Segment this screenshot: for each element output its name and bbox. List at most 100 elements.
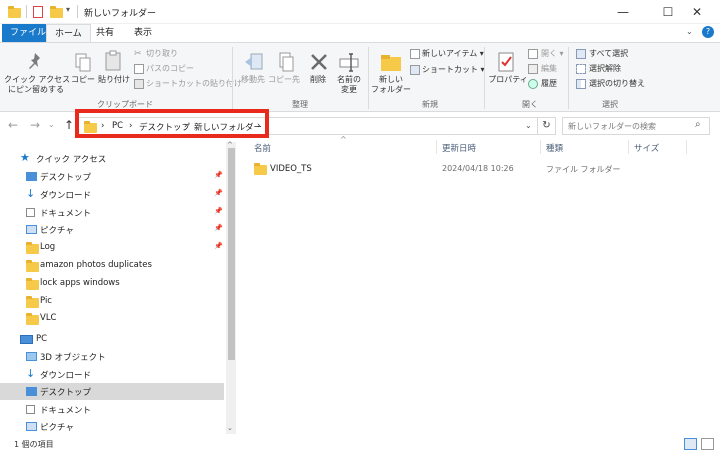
column-header-name[interactable]: 名前	[254, 142, 271, 154]
file-modified: 2024/04/18 10:26	[442, 164, 514, 173]
divider	[568, 47, 569, 109]
divider	[26, 5, 27, 18]
search-icon[interactable]: ⌕	[695, 119, 701, 130]
nav-label: ドキュメント	[40, 405, 92, 416]
move-to-button[interactable]: 移動先	[236, 75, 270, 85]
new-folder-button[interactable]: 新しい フォルダー	[370, 75, 412, 95]
nav-pc-item[interactable]: 3D オブジェクト	[0, 348, 224, 365]
new-folder-icon[interactable]	[50, 6, 63, 18]
up-arrow-icon[interactable]: ↑	[64, 118, 74, 132]
select-none-button[interactable]: 選択解除	[589, 64, 621, 74]
nav-pc-item[interactable]: ↓ ダウンロード	[0, 366, 224, 383]
folder-icon	[8, 6, 21, 18]
nav-item[interactable]: ↓ ダウンロード 📌	[0, 186, 224, 203]
title-bar: ▾ 新しいフォルダー — ☐ ✕	[0, 0, 720, 24]
delete-button[interactable]: 削除	[304, 75, 332, 85]
group-label-select: 選択	[602, 100, 618, 109]
nav-pc-item[interactable]: ピクチャ	[0, 418, 224, 435]
pin-quick-access-button[interactable]: クイック アクセス にピン留めする	[4, 75, 70, 95]
back-arrow-icon[interactable]: ←	[8, 118, 18, 132]
select-all-button[interactable]: すべて選択	[589, 49, 628, 59]
invert-selection-button[interactable]: 選択の切り替え	[589, 79, 645, 89]
tab-home[interactable]: ホーム	[46, 24, 91, 42]
new-item-button[interactable]: 新しいアイテム ▾	[422, 49, 484, 59]
nav-label: デスクトップ	[40, 173, 92, 183]
search-box[interactable]: 新しいフォルダーの検索 ⌕	[562, 117, 710, 135]
minimize-button[interactable]: —	[600, 0, 646, 24]
nav-item[interactable]: デスクトップ 📌	[0, 168, 224, 185]
recent-dropdown-icon[interactable]: ⌄	[48, 120, 55, 129]
copy-to-button[interactable]: コピー先	[266, 75, 302, 85]
file-list: ^ 名前 更新日時 種類 サイズ VIDEO_TS 2024/04/18 10:…	[240, 135, 720, 436]
nav-label: PC	[36, 334, 48, 344]
navigation-pane: ★ クイック アクセス デスクトップ 📌 ↓ ダウンロード 📌 ドキュメント 📌 ピクチャ 📌 L…	[0, 140, 238, 435]
search-input[interactable]: 新しいフォルダーの検索	[568, 121, 656, 132]
nav-item[interactable]: Pic	[0, 293, 224, 310]
folder-icon	[26, 313, 39, 326]
copy-to-icon	[274, 51, 296, 73]
forward-arrow-icon[interactable]: →	[30, 118, 40, 132]
sort-arrow-icon: ^	[340, 135, 347, 144]
copy-path-button[interactable]: パスのコピー	[146, 64, 194, 74]
ribbon: クイック アクセス にピン留めする コピー 貼り付け ✂ 切り取り パスのコピー…	[0, 42, 720, 112]
column-header-modified[interactable]: 更新日時	[442, 142, 476, 154]
nav-item[interactable]: ピクチャ 📌	[0, 221, 224, 238]
address-dropdown-icon[interactable]: ⌄	[525, 121, 532, 130]
nav-quick-access[interactable]: ★ クイック アクセス	[0, 150, 224, 167]
properties-icon[interactable]	[33, 6, 43, 18]
history-button[interactable]: 履歴	[541, 79, 557, 89]
copy-button[interactable]: コピー	[68, 75, 98, 85]
history-icon	[528, 79, 538, 89]
properties-button[interactable]: プロパティ	[488, 75, 528, 85]
rename-button[interactable]: 名前の 変更	[334, 75, 364, 95]
pin-icon: 📌	[214, 171, 223, 179]
tab-share[interactable]: 共有	[88, 24, 122, 42]
divider	[436, 140, 437, 154]
shortcut-button[interactable]: ショートカット ▾	[422, 65, 485, 75]
folder-icon	[26, 277, 39, 290]
download-icon: ↓	[26, 186, 36, 200]
divider	[686, 140, 687, 154]
nav-item[interactable]: amazon photos duplicates	[0, 257, 224, 274]
nav-label: Pic	[40, 295, 52, 306]
copy-path-icon	[134, 64, 144, 74]
delete-icon	[308, 51, 330, 73]
file-type: ファイル フォルダー	[546, 165, 621, 174]
open-button[interactable]: 開く ▾	[541, 49, 564, 59]
nav-item[interactable]: Log 📌	[0, 239, 224, 256]
nav-label: ピクチャ	[40, 226, 74, 237]
nav-pc-item[interactable]: デスクトップ	[0, 383, 224, 401]
column-header-size[interactable]: サイズ	[634, 142, 659, 154]
divider	[484, 47, 485, 109]
paste-shortcut-button[interactable]: ショートカットの貼り付け	[146, 79, 242, 89]
cut-button[interactable]: 切り取り	[146, 49, 178, 59]
nav-pc-item[interactable]: ドキュメント	[0, 401, 224, 418]
refresh-icon[interactable]: ↻	[538, 117, 556, 135]
group-label-open: 開く	[522, 100, 538, 109]
paste-button[interactable]: 貼り付け	[96, 75, 132, 85]
tab-view[interactable]: 表示	[126, 24, 160, 42]
details-view-icon[interactable]	[684, 438, 697, 450]
close-button[interactable]: ✕	[674, 0, 720, 24]
divider	[628, 140, 629, 154]
pin-icon	[24, 51, 46, 73]
nav-label: Log	[40, 242, 56, 253]
paste-icon	[103, 49, 125, 71]
select-all-icon	[576, 49, 586, 59]
select-none-icon	[576, 64, 586, 74]
nav-item[interactable]: VLC	[0, 310, 224, 327]
qat-dropdown-icon[interactable]: ▾	[66, 5, 70, 14]
scroll-down-icon[interactable]: ⌄	[227, 424, 233, 432]
nav-pc[interactable]: PC	[0, 331, 224, 348]
column-header-type[interactable]: 種類	[546, 142, 563, 154]
nav-item[interactable]: lock apps windows	[0, 275, 224, 292]
edit-button[interactable]: 編集	[541, 64, 557, 74]
help-icon[interactable]: ?	[702, 26, 714, 38]
nav-scrollbar-thumb[interactable]	[228, 148, 235, 360]
picture-icon	[26, 225, 37, 235]
paste-shortcut-icon	[134, 79, 144, 89]
collapse-ribbon-icon[interactable]: ⌄	[686, 27, 693, 36]
large-icons-view-icon[interactable]	[701, 438, 714, 450]
table-row[interactable]: VIDEO_TS 2024/04/18 10:26 ファイル フォルダー	[240, 160, 710, 177]
nav-item[interactable]: ドキュメント 📌	[0, 204, 224, 221]
